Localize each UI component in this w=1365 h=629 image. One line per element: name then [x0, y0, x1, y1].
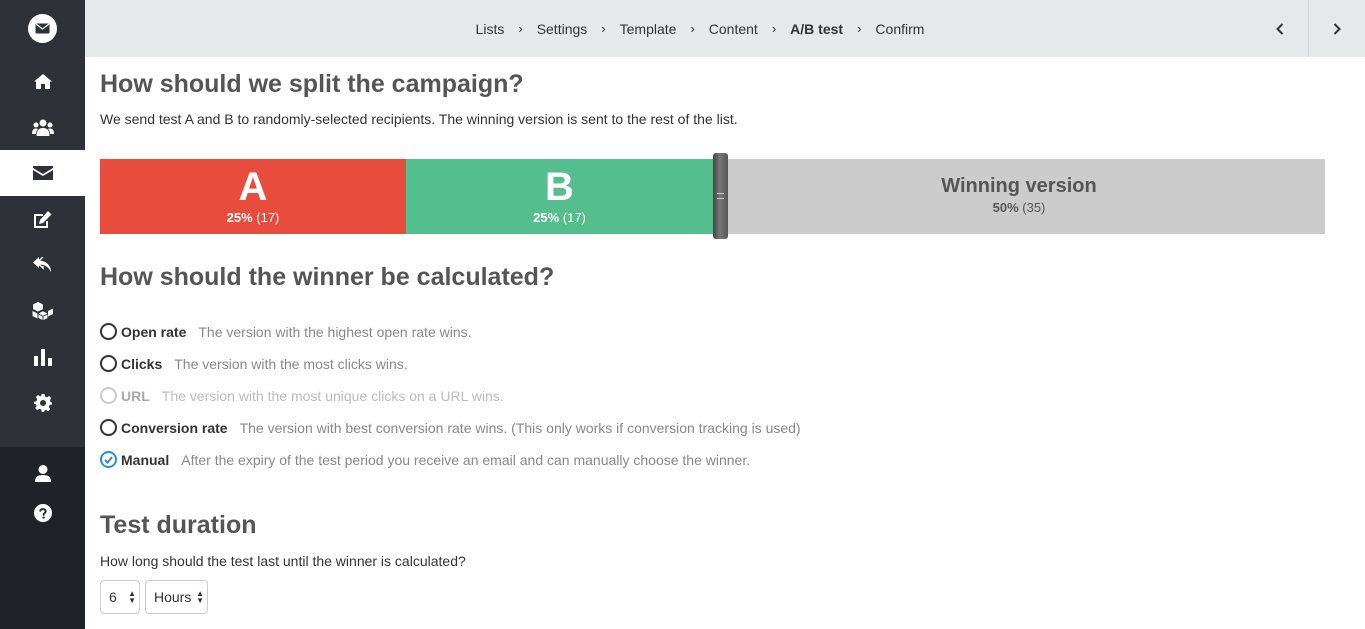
duration-amount-value: 6	[109, 589, 117, 605]
option-manual-hint: After the expiry of the test period you …	[181, 451, 751, 468]
option-url-hint: The version with the most unique clicks …	[161, 387, 504, 404]
next-step-button[interactable]	[1308, 0, 1365, 57]
home-icon	[33, 73, 52, 89]
segment-winner: Winning version 50% (35)	[713, 159, 1325, 234]
users-icon	[31, 119, 54, 136]
breadcrumb-template[interactable]: Template	[620, 21, 677, 37]
segment-a-percent: 25%	[226, 209, 253, 225]
segment-a-share: 25% (17)	[227, 210, 280, 226]
radio-url	[100, 387, 117, 404]
chevron-right-icon	[1333, 22, 1341, 35]
sidebar-item-settings[interactable]	[0, 380, 85, 426]
segment-b: B 25% (17)	[406, 159, 713, 234]
option-open-rate[interactable]: Open rate The version with the highest o…	[100, 323, 472, 340]
grip-icon	[717, 193, 724, 199]
sidebar-item-editor[interactable]	[0, 196, 85, 242]
split-section-title: How should we split the campaign?	[100, 70, 524, 98]
segment-winner-percent: 50%	[992, 199, 1019, 215]
help-icon	[33, 504, 52, 522]
sidebar-item-help[interactable]	[0, 490, 85, 536]
breadcrumb-ab-test[interactable]: A/B test	[790, 21, 843, 37]
breadcrumb-lists[interactable]: Lists	[476, 21, 505, 37]
split-bar: A 25% (17) B 25% (17) Winning version 50…	[100, 153, 1325, 239]
segment-b-share: 25% (17)	[533, 210, 586, 226]
option-clicks-label: Clicks	[121, 355, 163, 372]
radio-manual[interactable]	[100, 451, 117, 468]
segment-b-count: (17)	[562, 209, 586, 225]
segment-b-label: B	[545, 164, 574, 209]
checkmark-icon	[104, 455, 113, 464]
option-clicks[interactable]: Clicks The version with the most clicks …	[100, 355, 408, 372]
top-bar: Lists › Settings › Template › Content › …	[85, 0, 1365, 57]
segment-a-count: (17)	[256, 209, 280, 225]
segment-a-label: A	[238, 164, 268, 209]
cubes-icon	[32, 302, 53, 320]
chevron-left-icon	[1275, 22, 1283, 35]
sidebar-item-campaigns[interactable]	[0, 150, 85, 196]
radio-clicks[interactable]	[100, 355, 117, 372]
segment-winner-count: (35)	[1022, 199, 1046, 215]
segment-winner-share: 50% (35)	[993, 200, 1046, 216]
gear-icon	[33, 394, 52, 412]
select-arrows-icon: ▲ ▼	[196, 589, 204, 605]
option-url-label: URL	[121, 387, 150, 404]
bar-chart-icon	[33, 348, 52, 366]
edit-icon	[34, 210, 52, 228]
radio-open-rate[interactable]	[100, 323, 117, 340]
chevron-right-icon: ›	[690, 21, 695, 36]
option-manual-label: Manual	[121, 451, 170, 468]
segment-a: A 25% (17)	[100, 159, 406, 234]
sidebar-item-templates[interactable]	[0, 288, 85, 334]
user-icon	[34, 464, 51, 482]
sidebar-item-home[interactable]	[0, 58, 85, 104]
sidebar-item-reports[interactable]	[0, 334, 85, 380]
chevron-right-icon: ›	[771, 21, 777, 36]
reply-icon	[32, 257, 51, 272]
envelope-logo-icon	[35, 23, 50, 34]
sidebar	[0, 0, 85, 629]
split-section-description: We send test A and B to randomly-selecte…	[100, 111, 738, 127]
segment-winner-label: Winning version	[941, 174, 1097, 197]
breadcrumb-content[interactable]: Content	[709, 21, 758, 37]
option-url: URL The version with the most unique cli…	[100, 387, 504, 404]
option-clicks-hint: The version with the most clicks wins.	[174, 355, 408, 372]
select-arrows-icon: ▲ ▼	[128, 589, 136, 605]
breadcrumb: Lists › Settings › Template › Content › …	[85, 0, 1365, 57]
option-open-rate-hint: The version with the highest open rate w…	[198, 323, 472, 340]
radio-conversion-rate[interactable]	[100, 419, 117, 436]
envelope-icon	[32, 166, 53, 180]
duration-unit-value: Hours	[154, 589, 192, 605]
split-drag-handle[interactable]	[713, 153, 728, 239]
chevron-right-icon: ›	[518, 21, 523, 36]
option-conversion-rate-hint: The version with best conversion rate wi…	[239, 419, 801, 436]
duration-section-description: How long should the test last until the …	[100, 553, 466, 569]
chevron-right-icon: ›	[857, 21, 862, 36]
winner-section-title: How should the winner be calculated?	[100, 263, 555, 291]
duration-section-title: Test duration	[100, 511, 257, 539]
breadcrumb-confirm[interactable]: Confirm	[875, 21, 924, 37]
duration-unit-select[interactable]: Hours ▲ ▼	[145, 580, 208, 614]
sidebar-item-autoresponder[interactable]	[0, 242, 85, 288]
option-manual[interactable]: Manual After the expiry of the test peri…	[100, 451, 750, 468]
sidebar-item-contacts[interactable]	[0, 104, 85, 150]
app-logo[interactable]	[28, 14, 57, 43]
breadcrumb-settings[interactable]: Settings	[537, 21, 588, 37]
duration-amount-select[interactable]: 6 ▲ ▼	[100, 580, 140, 614]
segment-b-percent: 25%	[533, 209, 560, 225]
chevron-right-icon: ›	[601, 21, 606, 36]
option-conversion-rate[interactable]: Conversion rate The version with best co…	[100, 419, 801, 436]
option-open-rate-label: Open rate	[121, 323, 187, 340]
previous-step-button[interactable]	[1251, 0, 1308, 57]
option-conversion-rate-label: Conversion rate	[121, 419, 228, 436]
